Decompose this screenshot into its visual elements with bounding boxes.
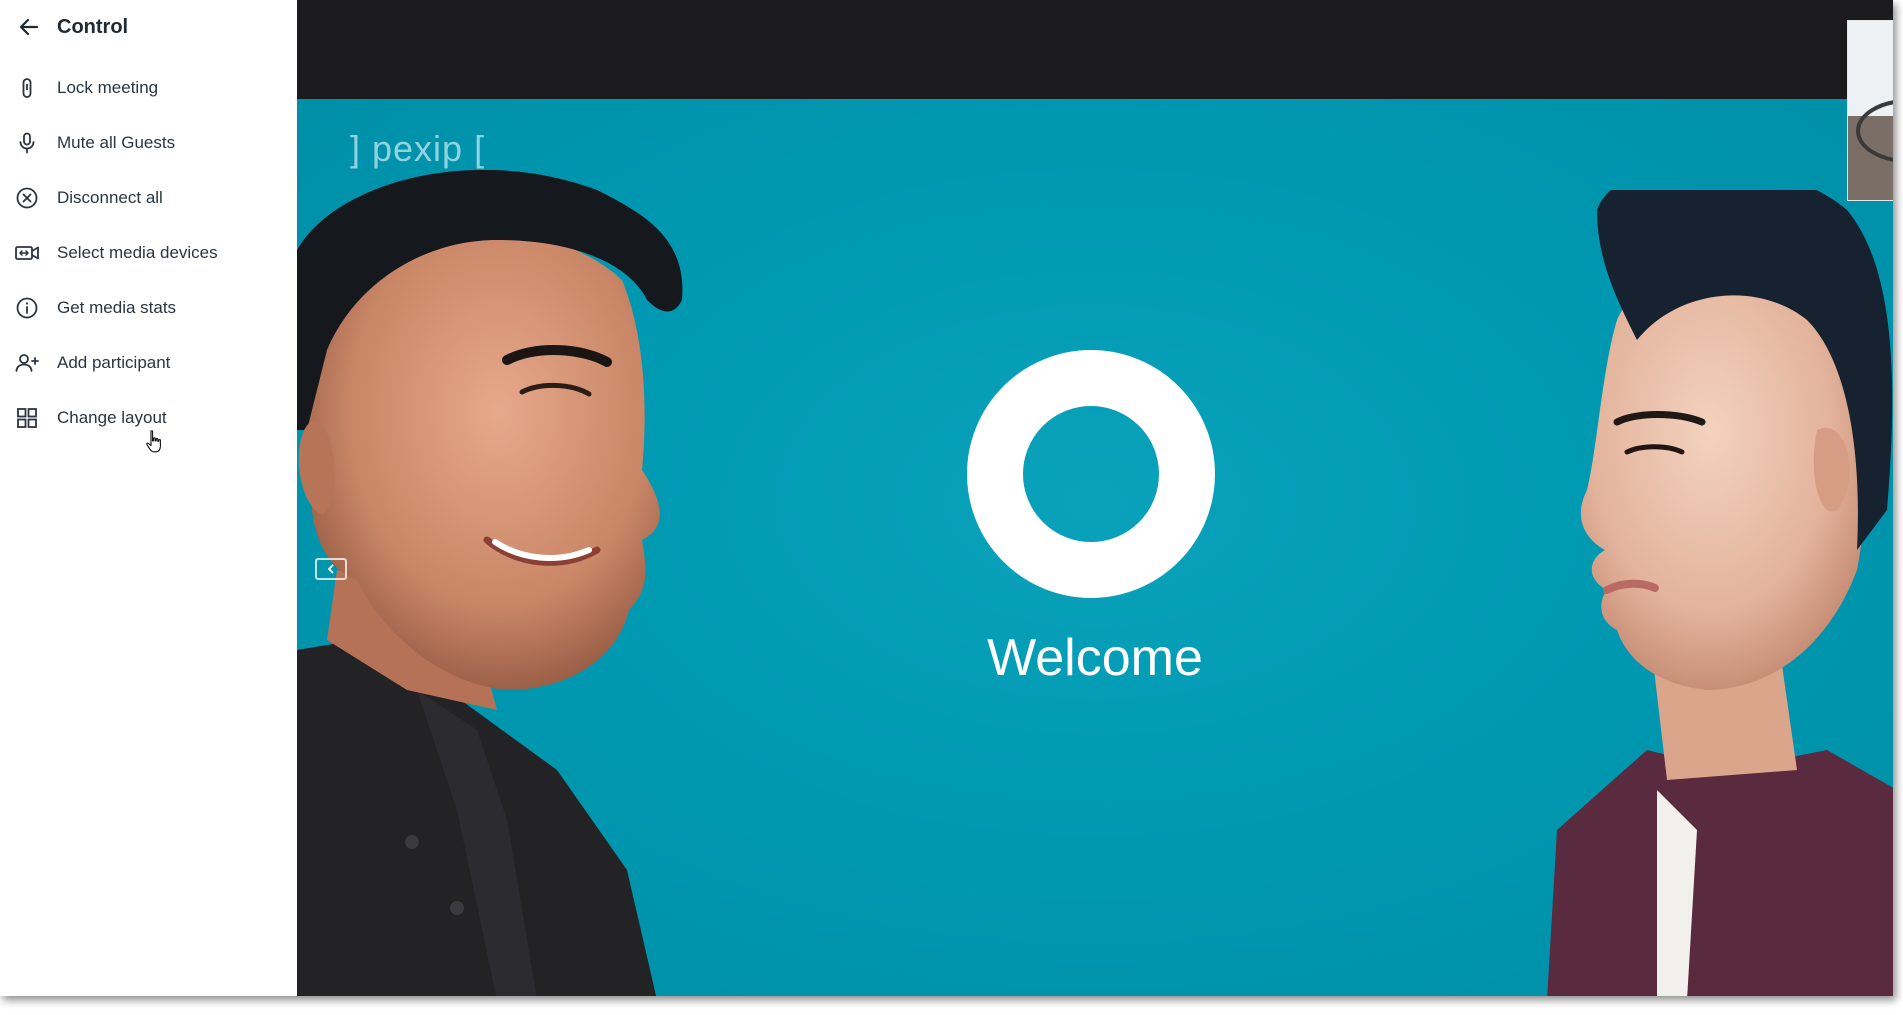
menu-item-add-participant[interactable]: Add participant bbox=[0, 335, 297, 390]
menu-item-disconnect-all[interactable]: Disconnect all bbox=[0, 170, 297, 225]
close-circle-icon bbox=[14, 185, 40, 211]
control-sidebar: Control Lock meeting Mute all Guests Dis… bbox=[0, 0, 297, 996]
back-button[interactable] bbox=[15, 13, 43, 41]
video-stage: ] pexip [Welcome bbox=[297, 0, 1893, 996]
menu-item-select-media-devices[interactable]: Select media devices bbox=[0, 225, 297, 280]
menu-item-label: Add participant bbox=[57, 352, 171, 372]
grid-layout-icon bbox=[14, 405, 40, 431]
chevron-left-icon bbox=[328, 564, 334, 574]
pexip-logo: ] pexip [ bbox=[350, 128, 486, 169]
menu-item-label: Disconnect all bbox=[57, 187, 163, 207]
self-view-video[interactable] bbox=[1847, 20, 1893, 201]
sidebar-header: Control bbox=[0, 0, 297, 56]
lock-icon bbox=[14, 75, 40, 101]
welcome-text: Welcome bbox=[987, 629, 1203, 687]
microphone-icon bbox=[14, 130, 40, 156]
add-user-icon bbox=[14, 350, 40, 376]
menu-item-label: Change layout bbox=[57, 407, 167, 427]
stage-topbar bbox=[297, 0, 1893, 99]
sidebar-title: Control bbox=[57, 16, 129, 38]
menu-item-lock-meeting[interactable]: Lock meeting bbox=[0, 60, 297, 115]
video-settings-icon bbox=[14, 240, 40, 266]
menu-item-mute-all-guests[interactable]: Mute all Guests bbox=[0, 115, 297, 170]
woman-portrait-image bbox=[1547, 190, 1893, 996]
app-window: Control Lock meeting Mute all Guests Dis… bbox=[0, 0, 1893, 996]
hand-cursor-icon bbox=[146, 430, 161, 453]
menu-item-label: Select media devices bbox=[57, 242, 218, 262]
menu-item-label: Lock meeting bbox=[57, 77, 159, 97]
man-portrait-image bbox=[297, 170, 683, 996]
self-view-image bbox=[1848, 21, 1893, 200]
menu-item-get-media-stats[interactable]: Get media stats bbox=[0, 280, 297, 335]
info-icon bbox=[14, 295, 40, 321]
pexip-ring-logo bbox=[967, 350, 1215, 598]
control-menu: Lock meeting Mute all Guests Disconnect … bbox=[0, 60, 297, 445]
arrow-left-icon bbox=[19, 18, 39, 36]
menu-item-label: Get media stats bbox=[57, 297, 177, 317]
menu-item-label: Mute all Guests bbox=[57, 132, 176, 152]
collapse-sidebar-button[interactable] bbox=[315, 558, 347, 580]
